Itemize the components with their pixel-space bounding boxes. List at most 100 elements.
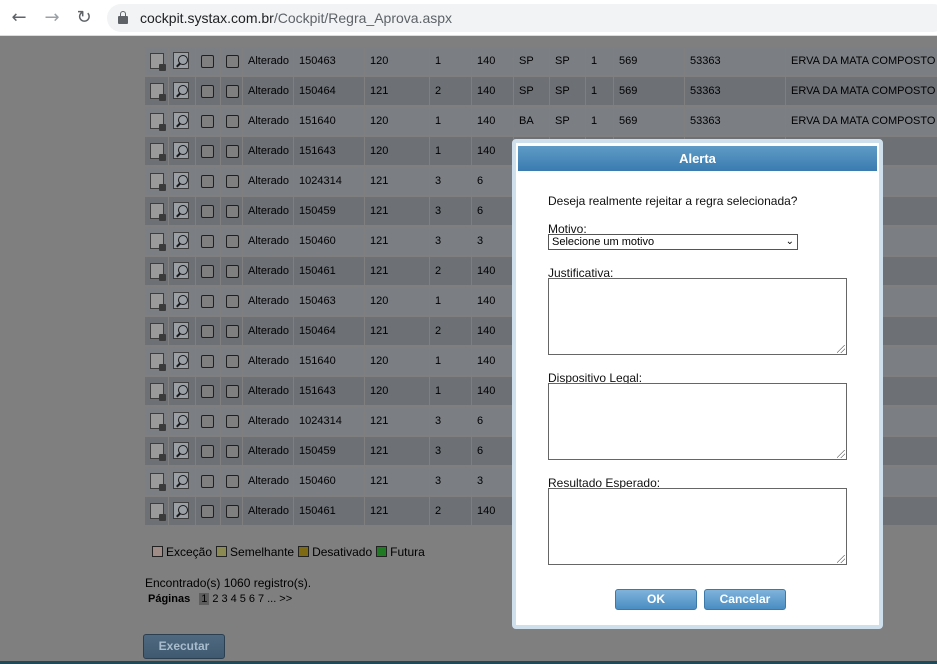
row-checkbox[interactable] (201, 55, 214, 68)
row-checkbox[interactable] (226, 355, 239, 368)
row-checkbox[interactable] (201, 505, 214, 518)
magnifier-icon[interactable] (173, 502, 189, 519)
row-checkbox[interactable] (201, 355, 214, 368)
dispositivo-textarea[interactable] (548, 383, 847, 460)
row-checkbox[interactable] (201, 325, 214, 338)
magnifier-icon[interactable] (173, 292, 189, 309)
ok-button[interactable]: OK (615, 589, 697, 610)
edit-document-icon[interactable] (150, 413, 166, 431)
magnifier-icon[interactable] (173, 112, 189, 129)
row-checkbox[interactable] (201, 145, 214, 158)
address-bar[interactable]: cockpit.systax.com.br/Cockpit/Regra_Apro… (107, 4, 937, 32)
magnifier-icon[interactable] (173, 472, 189, 489)
edit-document-icon[interactable] (150, 113, 166, 131)
url-text[interactable]: cockpit.systax.com.br/Cockpit/Regra_Apro… (140, 10, 452, 26)
cell-doc (145, 317, 168, 345)
magnifier-icon[interactable] (173, 412, 189, 429)
magnifier-icon[interactable] (173, 172, 189, 189)
row-checkbox[interactable] (226, 85, 239, 98)
magnifier-icon[interactable] (173, 52, 189, 69)
edit-document-icon[interactable] (150, 263, 166, 281)
edit-document-icon[interactable] (150, 323, 166, 341)
row-checkbox[interactable] (201, 445, 214, 458)
row-checkbox[interactable] (201, 475, 214, 488)
cell-doc (145, 497, 168, 525)
resize-grip-icon[interactable] (837, 450, 845, 458)
table-row[interactable]: Alterado 151640 120 1 140 BA SP 1 569 53363 ERVA D… (0, 107, 937, 135)
edit-document-icon[interactable] (150, 353, 166, 371)
cell-zoom (169, 197, 195, 225)
row-checkbox[interactable] (226, 475, 239, 488)
forward-arrow-icon[interactable]: → (40, 6, 64, 30)
magnifier-icon[interactable] (173, 82, 189, 99)
edit-document-icon[interactable] (150, 383, 166, 401)
back-arrow-icon[interactable]: ← (7, 6, 31, 30)
lock-icon[interactable] (118, 11, 128, 24)
edit-document-icon[interactable] (150, 53, 166, 71)
page-current[interactable]: 1 (199, 593, 210, 605)
edit-document-icon[interactable] (150, 83, 166, 101)
resize-grip-icon[interactable] (837, 345, 845, 353)
row-checkbox[interactable] (201, 385, 214, 398)
row-checkbox[interactable] (226, 505, 239, 518)
cell-c3: 140 (472, 317, 513, 345)
edit-document-icon[interactable] (150, 233, 166, 251)
row-checkbox[interactable] (226, 325, 239, 338)
resize-grip-icon[interactable] (837, 555, 845, 563)
row-checkbox[interactable] (201, 235, 214, 248)
magnifier-icon[interactable] (173, 232, 189, 249)
edit-document-icon[interactable] (150, 203, 166, 221)
row-checkbox[interactable] (226, 235, 239, 248)
execute-button[interactable]: Executar (143, 634, 225, 659)
page-link[interactable]: >> (279, 593, 292, 605)
magnifier-icon[interactable] (173, 352, 189, 369)
edit-document-icon[interactable] (150, 473, 166, 491)
motivo-select[interactable]: Selecione um motivo ⌄ (548, 234, 798, 250)
row-checkbox[interactable] (226, 55, 239, 68)
magnifier-icon[interactable] (173, 322, 189, 339)
row-checkbox[interactable] (201, 295, 214, 308)
cell-id: 150463 (294, 287, 364, 315)
row-checkbox[interactable] (226, 205, 239, 218)
row-checkbox[interactable] (226, 415, 239, 428)
row-checkbox[interactable] (201, 265, 214, 278)
magnifier-icon[interactable] (173, 202, 189, 219)
cancel-button[interactable]: Cancelar (704, 589, 786, 610)
row-checkbox[interactable] (201, 415, 214, 428)
justificativa-textarea[interactable] (548, 278, 847, 355)
row-checkbox[interactable] (201, 175, 214, 188)
row-checkbox[interactable] (226, 115, 239, 128)
page-link[interactable]: 3 (222, 593, 228, 605)
edit-document-icon[interactable] (150, 143, 166, 161)
page-link[interactable]: 2 (212, 593, 218, 605)
row-checkbox[interactable] (226, 295, 239, 308)
edit-document-icon[interactable] (150, 443, 166, 461)
magnifier-icon[interactable] (173, 382, 189, 399)
page-link[interactable]: 6 (249, 593, 255, 605)
magnifier-icon[interactable] (173, 262, 189, 279)
table-row[interactable]: Alterado 150463 120 1 140 SP SP 1 569 53363 ERVA D… (0, 47, 937, 75)
edit-document-icon[interactable] (150, 293, 166, 311)
edit-document-icon[interactable] (150, 503, 166, 521)
row-checkbox[interactable] (226, 145, 239, 158)
page-link[interactable]: ... (267, 593, 276, 605)
page-link[interactable]: 4 (231, 593, 237, 605)
magnifier-icon[interactable] (173, 442, 189, 459)
cell-check (196, 227, 220, 255)
row-checkbox[interactable] (201, 205, 214, 218)
row-checkbox[interactable] (226, 175, 239, 188)
cell-zoom (169, 47, 195, 75)
magnifier-icon[interactable] (173, 142, 189, 159)
page-link[interactable]: 5 (240, 593, 246, 605)
resultado-textarea[interactable] (548, 488, 847, 565)
pages-label: Páginas (148, 593, 191, 605)
page-link[interactable]: 7 (258, 593, 264, 605)
row-checkbox[interactable] (201, 115, 214, 128)
reload-icon[interactable]: ↻ (72, 6, 96, 30)
row-checkbox[interactable] (226, 445, 239, 458)
row-checkbox[interactable] (226, 265, 239, 278)
row-checkbox[interactable] (226, 385, 239, 398)
table-row[interactable]: Alterado 150464 121 2 140 SP SP 1 569 53363 ERVA D… (0, 77, 937, 105)
row-checkbox[interactable] (201, 85, 214, 98)
edit-document-icon[interactable] (150, 173, 166, 191)
